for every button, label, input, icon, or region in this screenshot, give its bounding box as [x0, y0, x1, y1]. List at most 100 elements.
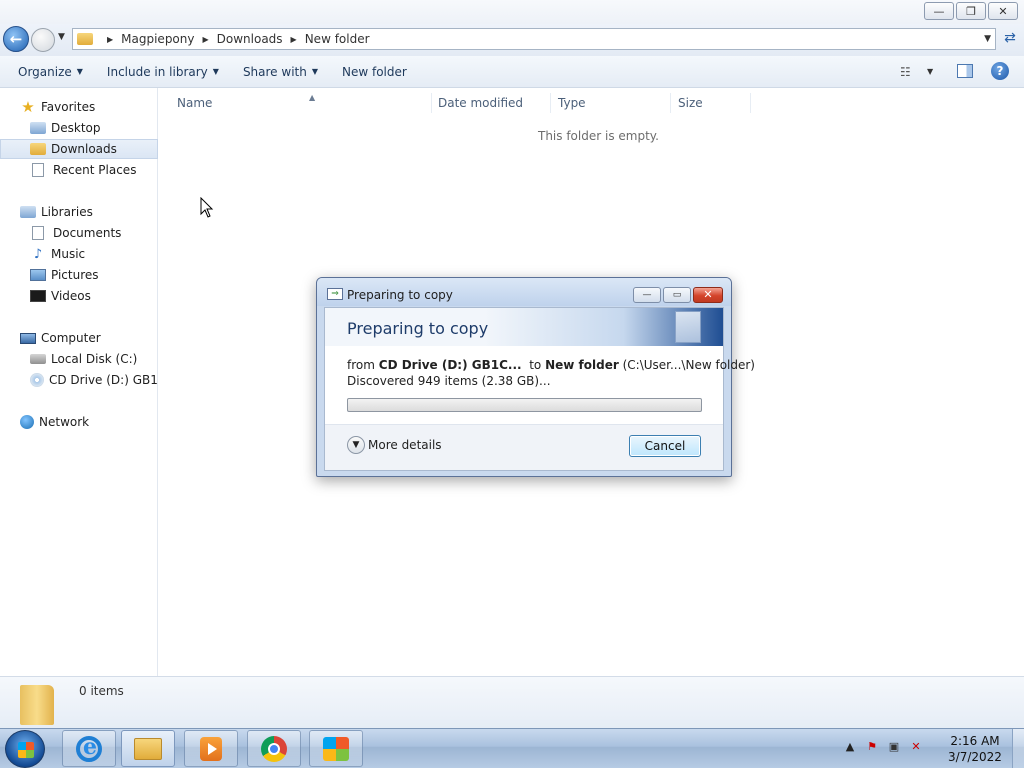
nav-local-disk[interactable]: Local Disk (C:) — [0, 349, 158, 369]
dialog-body: Preparing to copy from CD Drive (D:) GB1… — [324, 307, 755, 471]
nav-favorites[interactable]: ★ Favorites — [0, 97, 158, 117]
minimize-button[interactable]: — — [924, 2, 954, 20]
breadcrumb-downloads[interactable]: Downloads — [217, 32, 283, 46]
change-view-icon[interactable]: ☷ — [900, 65, 911, 79]
address-dropdown-icon[interactable]: ▼ — [984, 34, 991, 44]
nav-music-label: Music — [51, 247, 86, 261]
network-status-icon[interactable]: ▣ — [887, 739, 901, 753]
restore-button[interactable]: ❐ — [956, 2, 986, 20]
command-bar: Organize ▼ Include in library ▼ Share with… — [0, 56, 1024, 88]
help-icon[interactable]: ? — [991, 62, 1009, 80]
address-bar[interactable]: ▶ Magpiepony ▶ Downloads ▶ New folder ▼ — [72, 28, 996, 50]
cancel-button[interactable]: Cancel — [629, 435, 701, 457]
dialog-close-button[interactable]: ✕ — [693, 287, 723, 303]
column-header-date-modified[interactable]: Date modified — [431, 93, 551, 113]
nav-music[interactable]: ♪ Music — [0, 244, 158, 264]
taskbar-chrome[interactable] — [247, 730, 301, 767]
forward-button[interactable] — [31, 28, 55, 52]
volume-muted-icon[interactable]: ✕ — [909, 739, 923, 753]
downloads-folder-icon — [30, 143, 46, 155]
include-in-library-label: Include in library — [106, 64, 208, 79]
chevron-down-icon: ▼ — [212, 67, 219, 76]
breadcrumb-arrow-icon[interactable]: ▶ — [291, 35, 297, 44]
nav-network[interactable]: Network — [0, 412, 158, 432]
copy-source[interactable]: CD Drive (D:) GB1C... — [379, 358, 522, 372]
dialog-minimize-button[interactable]: — — [633, 287, 661, 303]
column-header-name[interactable]: Name ▲ — [170, 93, 432, 113]
sort-ascending-icon: ▲ — [309, 93, 316, 102]
nav-pictures[interactable]: Pictures — [0, 265, 158, 285]
taskbar-windows-setup[interactable] — [309, 730, 363, 767]
items-count: 0 items — [79, 684, 124, 698]
nav-desktop[interactable]: Desktop — [0, 118, 158, 138]
nav-desktop-label: Desktop — [51, 121, 101, 135]
empty-folder-message: This folder is empty. — [538, 129, 659, 143]
breadcrumb-arrow-icon[interactable]: ▶ — [107, 35, 113, 44]
videos-icon — [30, 290, 46, 302]
breadcrumb-arrow-icon[interactable]: ▶ — [202, 35, 208, 44]
back-button[interactable]: ← — [3, 26, 29, 52]
folder-icon — [20, 685, 54, 725]
from-label: from — [347, 358, 375, 372]
more-details-label: More details — [368, 438, 442, 452]
nav-videos-label: Videos — [51, 289, 91, 303]
nav-documents[interactable]: Documents — [0, 223, 158, 243]
nav-local-disk-label: Local Disk (C:) — [51, 352, 138, 366]
column-header-type[interactable]: Type — [551, 93, 671, 113]
column-header-name-label: Name — [177, 96, 213, 110]
dialog-window-controls: — ▭ ✕ — [633, 287, 723, 303]
nav-recent-places[interactable]: Recent Places — [0, 160, 158, 180]
more-details-toggle[interactable]: ▼ More details — [347, 436, 442, 454]
start-button[interactable] — [5, 730, 45, 768]
nav-downloads-label: Downloads — [51, 142, 117, 156]
chevron-down-icon: ▼ — [76, 67, 83, 76]
nav-cd-drive[interactable]: CD Drive (D:) GB1CE — [0, 370, 158, 390]
folder-icon — [77, 33, 93, 45]
nav-libraries-label: Libraries — [41, 205, 93, 219]
clock-time: 2:16 AM — [950, 734, 1000, 748]
nav-downloads[interactable]: Downloads — [0, 139, 158, 159]
breadcrumb-new-folder[interactable]: New folder — [305, 32, 370, 46]
share-with-button[interactable]: Share with ▼ — [231, 65, 330, 79]
clock-date: 3/7/2022 — [948, 750, 1002, 764]
new-folder-button[interactable]: New folder — [330, 65, 419, 79]
copy-progress-bar — [347, 398, 702, 412]
recent-places-icon — [32, 163, 44, 177]
internet-explorer-icon — [76, 734, 102, 762]
nav-computer[interactable]: Computer — [0, 328, 158, 348]
window-title-bar: — ❐ ✕ — [0, 0, 1024, 24]
recent-pages-dropdown[interactable]: ▼ — [58, 32, 65, 42]
nav-pictures-label: Pictures — [51, 268, 99, 282]
show-desktop-button[interactable] — [1012, 729, 1024, 768]
action-center-icon[interactable]: ⚑ — [865, 739, 879, 753]
column-header-size[interactable]: Size — [671, 93, 751, 113]
taskbar-clock[interactable]: 2:16 AM 3/7/2022 — [944, 733, 1006, 765]
taskbar-media-player[interactable] — [184, 730, 238, 767]
nav-videos[interactable]: Videos — [0, 286, 158, 306]
view-options-dropdown-icon[interactable]: ▼ — [927, 67, 933, 76]
media-player-icon — [200, 736, 222, 761]
close-button[interactable]: ✕ — [988, 2, 1018, 20]
address-row: ← ▼ ▶ Magpiepony ▶ Downloads ▶ New folde… — [0, 24, 1024, 56]
taskbar-internet-explorer[interactable] — [62, 730, 116, 767]
copy-source-destination: from CD Drive (D:) GB1C... to New folder… — [347, 358, 755, 372]
preview-pane-icon[interactable] — [957, 64, 973, 78]
copy-destination[interactable]: New folder — [545, 358, 619, 372]
organize-button[interactable]: Organize ▼ — [0, 65, 95, 79]
cd-drive-icon — [30, 373, 44, 387]
show-hidden-icons-icon[interactable]: ▲ — [843, 739, 857, 753]
dialog-maximize-button[interactable]: ▭ — [663, 287, 691, 303]
copy-dialog: ⇒ Preparing to copy — ▭ ✕ Preparing to c… — [316, 277, 755, 477]
include-in-library-button[interactable]: Include in library ▼ — [95, 65, 231, 79]
nav-cd-drive-label: CD Drive (D:) GB1CE — [49, 373, 158, 387]
nav-libraries[interactable]: Libraries — [0, 202, 158, 222]
breadcrumb-magpiepony[interactable]: Magpiepony — [121, 32, 194, 46]
details-pane: 0 items — [0, 676, 1024, 728]
window-controls: — ❐ ✕ — [924, 2, 1018, 20]
navigation-pane: ★ Favorites Desktop Downloads Recent Pla… — [0, 88, 158, 676]
nav-favorites-label: Favorites — [41, 100, 96, 114]
documents-icon — [32, 226, 44, 240]
taskbar-windows-explorer[interactable] — [121, 730, 175, 767]
system-tray: ▲ ⚑ ▣ ✕ — [843, 739, 923, 753]
refresh-icon[interactable]: ⇄ — [1000, 30, 1020, 50]
